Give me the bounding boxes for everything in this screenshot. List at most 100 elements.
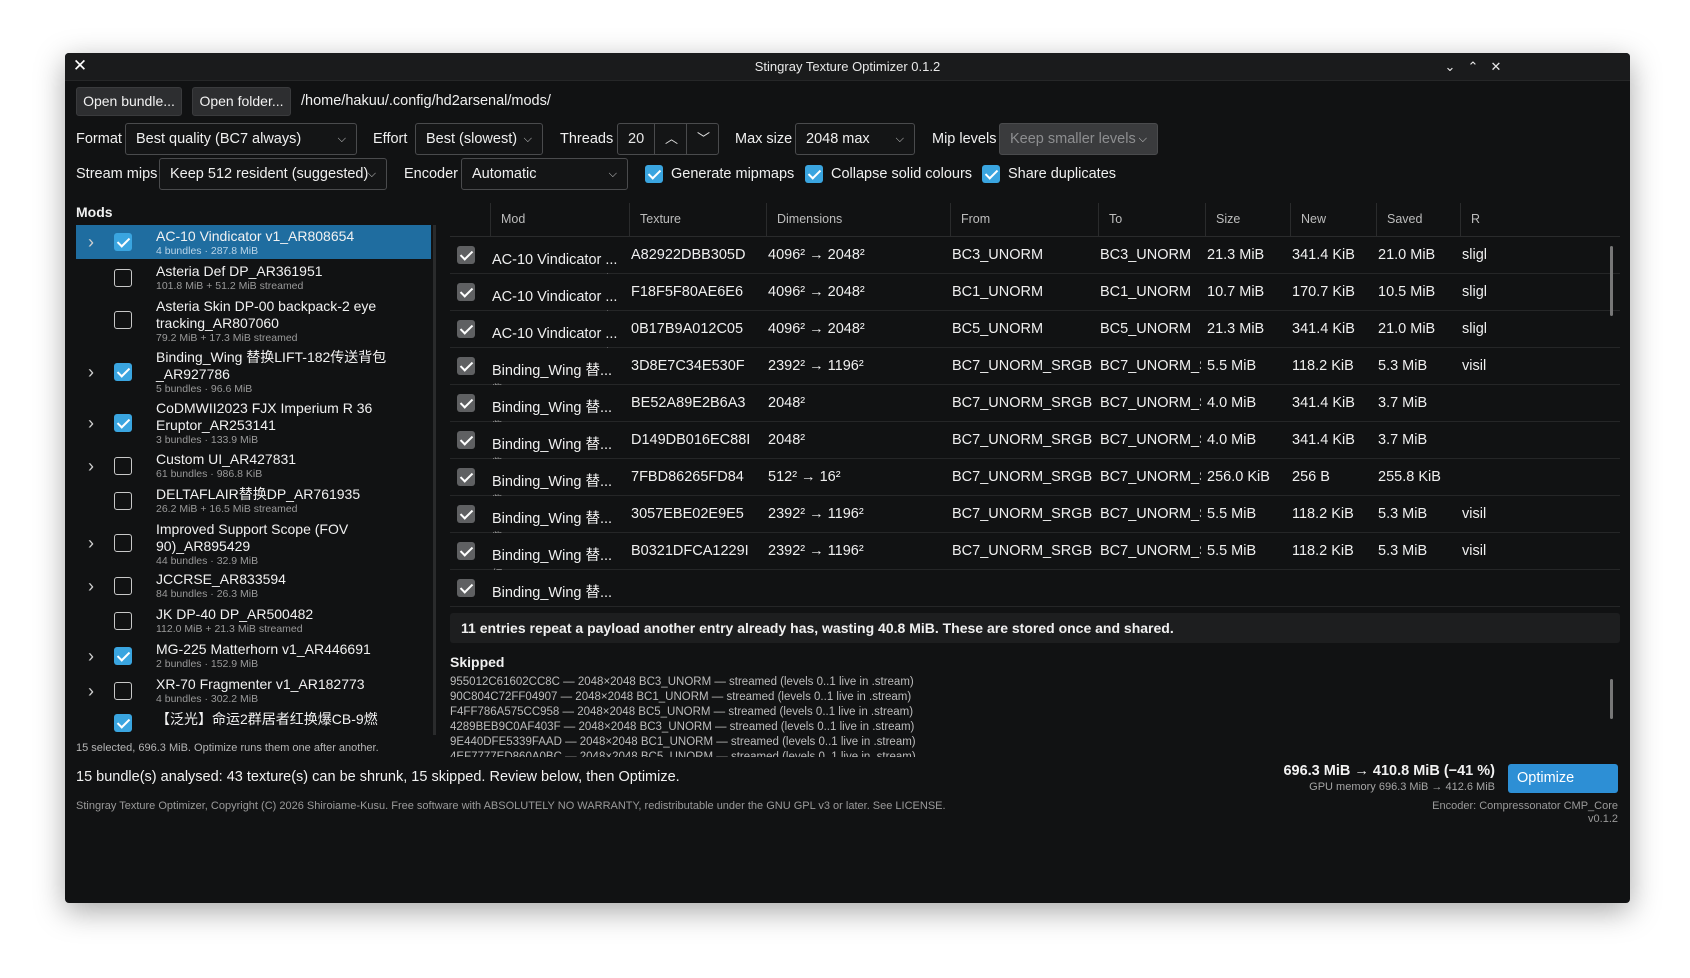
table-row[interactable]: AC-10 Vindicator ...Scope2xSupport_Servo… (450, 274, 1620, 311)
open-bundle-button[interactable]: Open bundle... (76, 87, 182, 116)
collapse-solid-checkbox[interactable] (805, 165, 823, 183)
expand-chevron-icon[interactable]: › (88, 456, 94, 477)
format-select[interactable]: Best quality (BC7 always) ⌵ (125, 123, 357, 155)
row-checkbox[interactable] (457, 505, 475, 523)
row-checkbox[interactable] (457, 246, 475, 264)
decrement-icon[interactable]: ﹀ (686, 124, 720, 154)
cell-mod-name: Binding_Wing 替... (492, 585, 613, 601)
row-checkbox[interactable] (457, 542, 475, 560)
generate-mipmaps-checkbox[interactable] (645, 165, 663, 183)
skipped-list: 955012C61602CC8C — 2048×2048 BC3_UNORM —… (450, 675, 1600, 757)
mod-checkbox[interactable] (114, 233, 132, 251)
expand-chevron-icon[interactable]: › (88, 576, 94, 597)
open-folder-button[interactable]: Open folder... (192, 87, 291, 116)
share-duplicates-checkbox[interactable] (982, 165, 1000, 183)
expand-chevron-icon[interactable]: › (88, 362, 94, 383)
mod-name: AC-10 Vindicator v1_AR808654 (156, 228, 355, 244)
column-header[interactable]: Texture (629, 203, 766, 236)
column-header[interactable]: From (950, 203, 1098, 236)
mod-item[interactable]: DELTAFLAIR替换DP_AR761935 26.2 MiB + 16.5 M… (76, 483, 431, 518)
cell-mod-sub: 紫 (492, 519, 503, 533)
mod-item[interactable]: › Improved Support Scope (FOV 90)_AR89542… (76, 518, 431, 568)
skipped-entry: 90C804C72FF04907 — 2048×2048 BC1_UNORM —… (450, 691, 912, 703)
mods-scrollbar[interactable] (433, 225, 436, 735)
effort-select[interactable]: Best (slowest) ⌵ (415, 123, 543, 155)
row-checkbox[interactable] (457, 283, 475, 301)
increment-icon[interactable]: ︿ (654, 124, 688, 154)
mod-checkbox[interactable] (114, 682, 132, 700)
mod-checkbox[interactable] (114, 714, 132, 732)
max-size-select[interactable]: 2048 max ⌵ (795, 123, 915, 155)
mod-item[interactable]: › Custom UI_AR427831 61 bundles · 986.8 Ki… (76, 448, 431, 483)
mod-item[interactable]: 【泛光】命运2群居者红换爆CB-9燃 (76, 708, 431, 735)
copyright-notice: Stingray Texture Optimizer, Copyright (C… (76, 800, 946, 812)
cell-size: 256.0 KiB (1207, 469, 1270, 485)
table-row[interactable]: Binding_Wing 替...紫 BE52A89E2B6A3 2048² BC7_… (450, 385, 1620, 422)
expand-chevron-icon[interactable]: › (88, 681, 94, 702)
mod-item[interactable]: › CoDMWII2023 FJX Imperium R 36 Eruptor_A… (76, 397, 431, 448)
table-row[interactable]: AC-10 Vindicator ...Scope2xSupport_Servo… (450, 237, 1620, 274)
mod-item[interactable]: Asteria Def DP_AR361951 101.8 MiB + 51.2 … (76, 260, 431, 295)
close-window-icon[interactable]: ✕ (1486, 57, 1506, 77)
cell-to: BC3_UNORM (1100, 247, 1192, 263)
cell-to: BC1_UNORM (1100, 284, 1192, 300)
cell-saved: 5.3 MiB (1378, 506, 1428, 522)
row-checkbox[interactable] (457, 468, 475, 486)
row-checkbox[interactable] (457, 357, 475, 375)
mod-checkbox[interactable] (114, 647, 132, 665)
table-row[interactable]: Binding_Wing 替...紫 D149DB016EC88I 2048² BC7… (450, 422, 1620, 459)
encoder-select[interactable]: Automatic ⌵ (461, 158, 628, 190)
mod-item[interactable]: › XR-70 Fragmenter v1_AR182773 4 bundles ·… (76, 673, 431, 708)
mod-checkbox[interactable] (114, 534, 132, 552)
column-header[interactable]: New (1290, 203, 1376, 236)
cell-mod-sub: Scope2xSupport_Servod... (492, 334, 618, 348)
maximize-icon[interactable]: ⌃ (1463, 57, 1483, 77)
table-row[interactable]: Binding_Wing 替...紫 3057EBE02E9E5 2392² → 1… (450, 496, 1620, 533)
mod-item[interactable]: › Binding_Wing 替换LIFT-182传送背包_AR927786 5 b… (76, 346, 431, 397)
mod-checkbox[interactable] (114, 492, 132, 510)
mod-item[interactable]: JK DP-40 DP_AR500482 112.0 MiB + 21.3 MiB… (76, 603, 431, 638)
row-checkbox[interactable] (457, 394, 475, 412)
column-header[interactable]: Dimensions (766, 203, 950, 236)
mod-item[interactable]: › MG-225 Matterhorn v1_AR446691 2 bundles … (76, 638, 431, 673)
mod-item[interactable]: › AC-10 Vindicator v1_AR808654 4 bundles ·… (76, 225, 431, 259)
table-row[interactable]: Binding_Wing 替...红 B0321DFCA1229I 2392² → … (450, 533, 1620, 570)
minimize-icon[interactable]: ⌄ (1440, 57, 1460, 77)
row-checkbox[interactable] (457, 579, 475, 597)
mods-list: › AC-10 Vindicator v1_AR808654 4 bundles ·… (76, 225, 431, 735)
app-window: ✕ Stingray Texture Optimizer 0.1.2 ⌄ ⌃ ✕… (65, 53, 1630, 903)
skipped-scrollbar[interactable] (1610, 679, 1613, 719)
cell-texture (631, 570, 762, 607)
table-row[interactable]: Binding_Wing 替...紫 3D8E7C34E530F 2392² → 1… (450, 348, 1620, 385)
row-checkbox[interactable] (457, 431, 475, 449)
mod-checkbox[interactable] (114, 363, 132, 381)
mod-checkbox[interactable] (114, 269, 132, 287)
mod-name: DELTAFLAIR替换DP_AR761935 (156, 486, 361, 502)
column-header[interactable]: Saved (1376, 203, 1460, 236)
column-header[interactable]: Mod (490, 203, 629, 236)
mod-item[interactable]: Asteria Skin DP-00 backpack-2 eye tracki… (76, 295, 431, 345)
table-row[interactable]: AC-10 Vindicator ...Scope2xSupport_Servo… (450, 311, 1620, 348)
skipped-entry: 955012C61602CC8C — 2048×2048 BC3_UNORM —… (450, 676, 914, 688)
expand-chevron-icon[interactable]: › (88, 533, 94, 554)
mod-checkbox[interactable] (114, 457, 132, 475)
mod-checkbox[interactable] (114, 414, 132, 432)
expand-chevron-icon[interactable]: › (88, 232, 94, 253)
cell-dims: 4096² → 2048² (768, 284, 865, 300)
column-header[interactable]: To (1098, 203, 1205, 236)
column-header[interactable]: Size (1205, 203, 1290, 236)
stream-mips-select[interactable]: Keep 512 resident (suggested) ⌵ (159, 158, 387, 190)
table-row[interactable]: Binding_Wing 替... (450, 570, 1620, 607)
expand-chevron-icon[interactable]: › (88, 413, 94, 434)
optimize-button[interactable]: Optimize (1508, 764, 1618, 793)
threads-stepper[interactable]: 20 ︿ ﹀ (617, 123, 719, 155)
mod-checkbox[interactable] (114, 311, 132, 329)
mod-checkbox[interactable] (114, 612, 132, 630)
mod-checkbox[interactable] (114, 577, 132, 595)
mod-item[interactable]: › JCCRSE_AR833594 84 bundles · 26.3 MiB (76, 568, 431, 603)
row-checkbox[interactable] (457, 320, 475, 338)
column-header[interactable]: R (1460, 203, 1620, 236)
table-scrollbar[interactable] (1610, 246, 1613, 316)
expand-chevron-icon[interactable]: › (88, 646, 94, 667)
table-row[interactable]: Binding_Wing 替...紫 7FBD86265FD84 512² → 16… (450, 459, 1620, 496)
